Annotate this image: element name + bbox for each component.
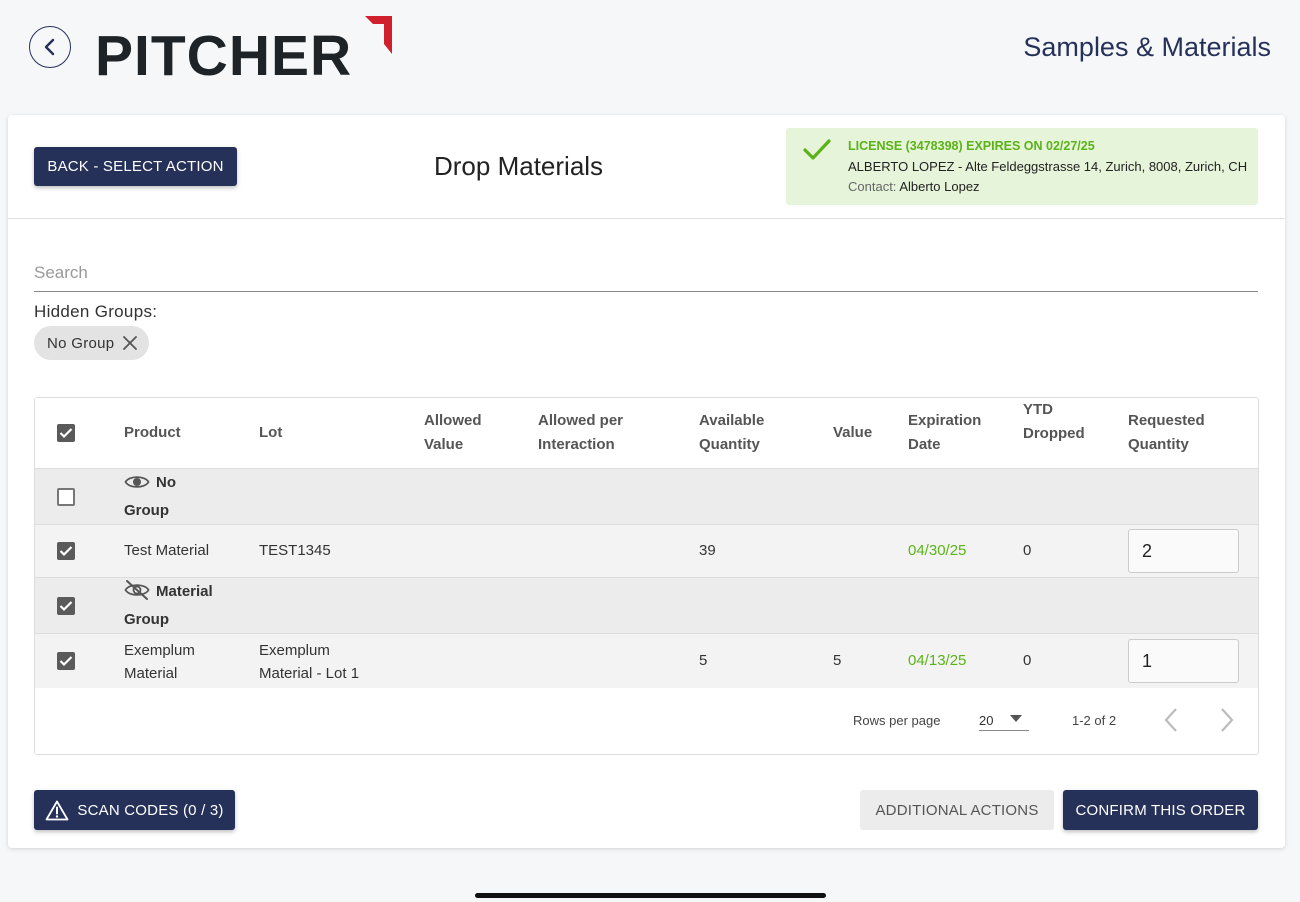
checkmark-icon <box>59 601 73 612</box>
col-allowed-value[interactable]: Allowed Value <box>424 409 482 457</box>
group-name-line1: No <box>156 474 176 491</box>
col-ytd-line1: YTD <box>1023 401 1053 418</box>
table-header-row: Product Lot Allowed Value Allowed per In… <box>35 398 1258 469</box>
additional-actions-button[interactable]: ADDITIONAL ACTIONS <box>860 790 1054 830</box>
col-allowed-per-line2: Interaction <box>538 436 615 453</box>
group-name-line2: Group <box>124 611 169 628</box>
cell-lot-line1: Exemplum <box>259 642 330 659</box>
row-checkbox[interactable] <box>57 542 75 560</box>
checkmark-icon <box>59 428 73 439</box>
cell-product-line1: Exemplum <box>124 642 195 659</box>
checkmark-icon <box>59 656 73 667</box>
requested-quantity-input[interactable]: 1 <box>1128 639 1239 683</box>
cell-available-quantity: 39 <box>699 542 716 559</box>
check-icon <box>803 139 831 160</box>
col-requested-line2: Quantity <box>1128 436 1189 453</box>
app-title: Samples & Materials <box>1023 32 1271 62</box>
logo-text: PITCHER <box>95 24 353 88</box>
cell-product: Exemplum Material <box>124 639 195 685</box>
cell-lot: Exemplum Material - Lot 1 <box>259 639 359 685</box>
table-pagination: Rows per page 20 1-2 of 2 <box>35 688 1258 754</box>
chevron-left-icon <box>1164 708 1177 732</box>
drop-materials-card: BACK - SELECT ACTION Drop Materials LICE… <box>8 115 1285 848</box>
group-label-no-group: No Group <box>124 469 176 525</box>
cell-lot-line2: Material - Lot 1 <box>259 665 360 682</box>
col-requested-quantity[interactable]: Requested Quantity <box>1128 409 1205 457</box>
col-expiration-date[interactable]: Expiration Date <box>908 409 981 457</box>
col-allowed-value-line2: Value <box>424 436 464 453</box>
prev-page-button[interactable] <box>1163 707 1179 738</box>
contact-label: Contact: <box>848 179 897 194</box>
cell-ytd-dropped: 0 <box>1023 542 1032 559</box>
close-icon[interactable] <box>122 335 138 351</box>
table-row: Exemplum Material Exemplum Material - Lo… <box>35 634 1258 688</box>
header-divider <box>8 218 1285 219</box>
scan-codes-label: SCAN CODES (0 / 3) <box>77 801 224 819</box>
search-input[interactable] <box>34 255 1258 292</box>
col-allowed-per-line1: Allowed per <box>538 412 624 429</box>
home-indicator <box>475 893 826 898</box>
group-name-line2: Group <box>124 502 169 519</box>
row-checkbox[interactable] <box>57 652 75 670</box>
hidden-group-chip[interactable]: No Group <box>34 326 150 360</box>
group-name-line1: Material <box>156 583 213 600</box>
group-label-material-group: Material Group <box>124 578 213 634</box>
col-value[interactable]: Value <box>833 421 872 445</box>
license-banner: LICENSE (3478398) EXPIRES ON 02/27/25 AL… <box>786 128 1258 205</box>
cell-ytd-dropped: 0 <box>1023 652 1032 669</box>
col-ytd-dropped[interactable]: YTD Dropped <box>1023 398 1085 446</box>
cell-value: 5 <box>833 652 842 669</box>
col-available-quantity[interactable]: Available Quantity <box>699 409 764 457</box>
rows-per-page-select[interactable]: 20 <box>979 702 1029 731</box>
cell-available-quantity: 5 <box>699 652 708 669</box>
col-ytd-line2: Dropped <box>1023 425 1085 442</box>
col-allowed-value-line1: Allowed <box>424 412 482 429</box>
chip-label: No Group <box>47 334 115 352</box>
requested-quantity-input[interactable]: 2 <box>1128 529 1239 573</box>
confirm-order-button[interactable]: CONFIRM THIS ORDER <box>1063 790 1258 830</box>
hidden-groups-label: Hidden Groups: <box>34 302 158 321</box>
col-available-line2: Quantity <box>699 436 760 453</box>
table-row: Test Material TEST1345 39 04/30/25 0 2 <box>35 525 1258 578</box>
col-allowed-per-interaction[interactable]: Allowed per Interaction <box>538 409 623 457</box>
license-contact: Contact: Alberto Lopez <box>848 179 980 194</box>
col-available-line1: Available <box>699 412 765 429</box>
group-checkbox-material-group[interactable] <box>57 597 75 615</box>
col-lot[interactable]: Lot <box>259 421 282 445</box>
group-checkbox-no-group[interactable] <box>57 488 75 506</box>
group-row-no-group: No Group <box>35 469 1258 525</box>
cell-product: Test Material <box>124 542 210 559</box>
scan-codes-button[interactable]: SCAN CODES (0 / 3) <box>34 790 235 830</box>
cell-lot: TEST1345 <box>259 542 331 559</box>
caret-down-icon <box>1010 715 1022 722</box>
rows-per-page-value: 20 <box>979 713 994 728</box>
pitcher-logo: PITCHER <box>95 14 395 88</box>
eye-icon[interactable] <box>124 473 150 491</box>
chevron-left-icon <box>44 38 55 56</box>
rows-per-page-label: Rows per page <box>853 713 941 728</box>
cell-product-line2: Material <box>124 665 178 682</box>
select-all-checkbox[interactable] <box>57 424 75 442</box>
chevron-right-icon <box>1221 708 1234 732</box>
cell-expiration-date: 04/30/25 <box>908 542 967 559</box>
pagination-range: 1-2 of 2 <box>1072 713 1117 728</box>
checkmark-icon <box>59 546 73 557</box>
back-button[interactable] <box>29 26 71 68</box>
col-expiration-line2: Date <box>908 436 941 453</box>
logo-arrow-icon <box>365 16 392 54</box>
col-requested-line1: Requested <box>1128 412 1205 429</box>
materials-table: Product Lot Allowed Value Allowed per In… <box>34 397 1259 755</box>
license-title: LICENSE (3478398) EXPIRES ON 02/27/25 <box>848 139 1095 153</box>
warning-icon <box>45 800 69 821</box>
next-page-button[interactable] <box>1219 707 1235 738</box>
contact-name: Alberto Lopez <box>899 179 980 194</box>
eye-off-icon[interactable] <box>124 580 150 600</box>
back-select-action-button[interactable]: BACK - SELECT ACTION <box>34 147 237 186</box>
group-row-material-group: Material Group <box>35 578 1258 634</box>
col-product[interactable]: Product <box>124 421 181 445</box>
cell-expiration-date: 04/13/25 <box>908 652 967 669</box>
license-address: ALBERTO LOPEZ - Alte Feldeggstrasse 14, … <box>848 159 1248 174</box>
page-title: Drop Materials <box>434 151 604 181</box>
col-expiration-line1: Expiration <box>908 412 982 429</box>
